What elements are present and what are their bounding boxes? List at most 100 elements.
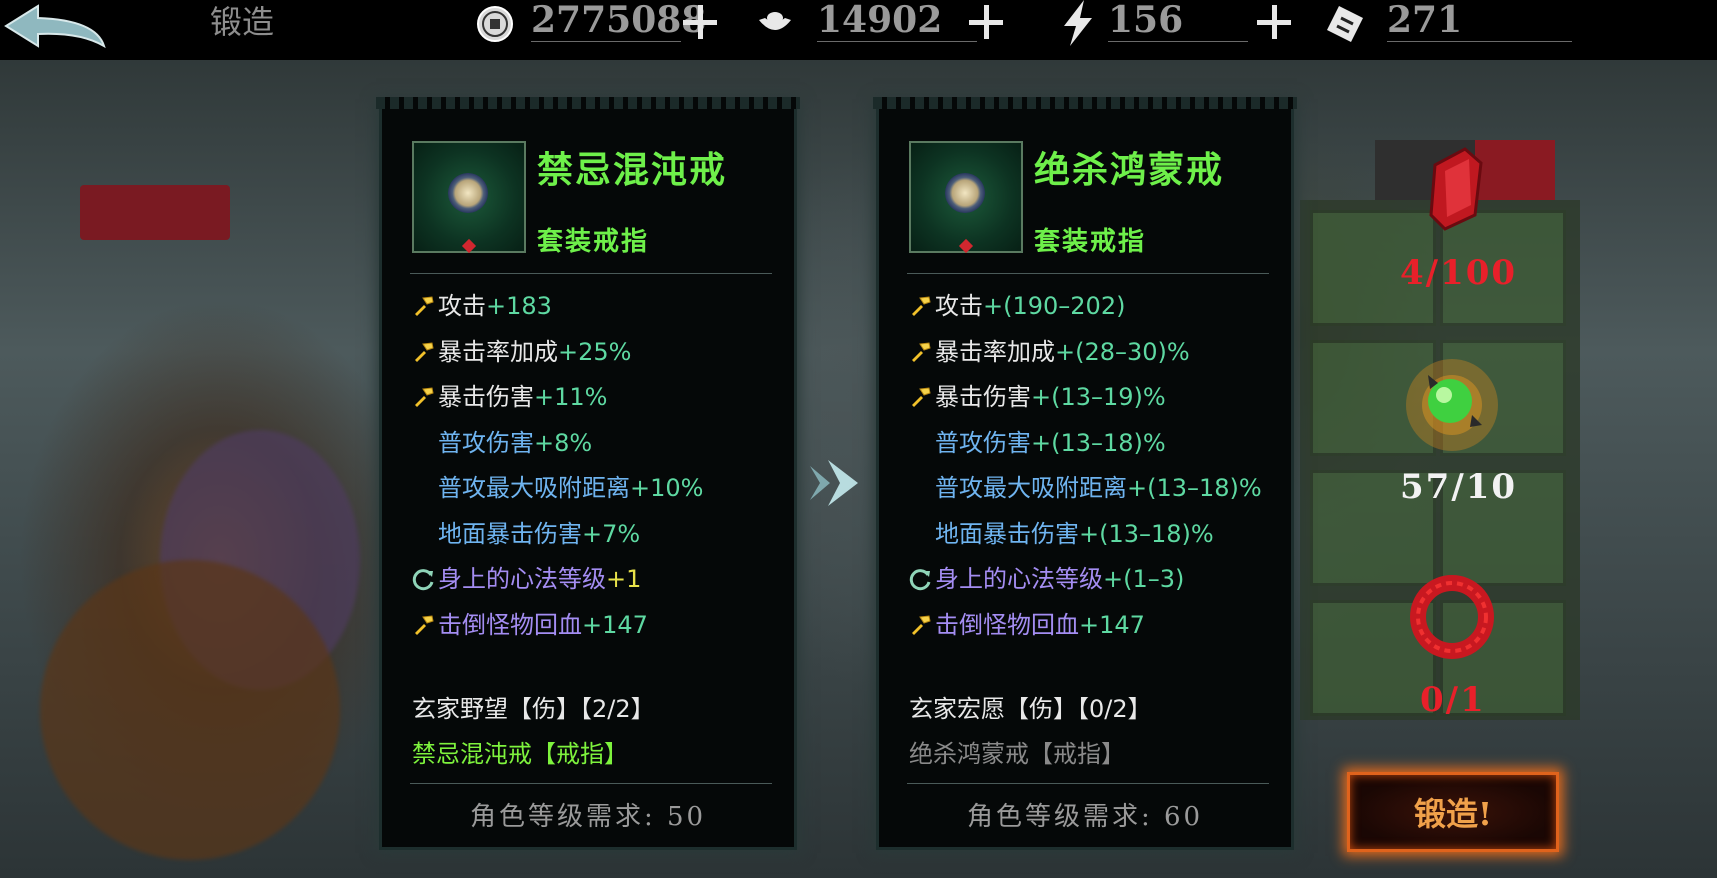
stat-label: 击倒怪物回血 [935,610,1079,639]
stat-label: 暴击率加成 [935,337,1055,366]
stat-value: +11% [534,383,608,411]
stat-value: +(13–19)% [1031,383,1166,411]
ring-icon [945,173,985,213]
set-name: 玄家野望【伤】【2/2】 [412,695,655,723]
red-ring-icon[interactable] [1405,575,1500,660]
stat-value: +147 [1079,610,1145,639]
target-item-thumbnail[interactable] [909,141,1023,254]
no-icon-spacer [909,431,933,455]
stat-row: 普攻伤害+(13–18)% [909,426,1166,460]
green-orb-icon[interactable] [1402,355,1502,455]
stat-value: +(1–3) [1103,565,1185,593]
target-item-name: 绝杀鸿蒙戒 [1034,149,1225,191]
hammer-icon [415,296,434,316]
coins-value: 2775088 [531,0,707,41]
stat-row: 击倒怪物回血+147 [412,608,648,642]
current-item-type: 套装戒指 [537,227,650,257]
hammer-icon [912,387,931,407]
upgrade-arrow-icon [810,460,858,506]
material-count-1: 4/100 [1400,253,1518,293]
resource-coins: 2775088 [475,0,715,44]
stat-row: 暴击率加成+(28–30)% [909,335,1190,369]
no-icon-spacer [412,431,436,455]
set-piece: 绝杀鸿蒙戒【戒指】 [909,740,1125,768]
stat-label: 普攻最大吸附距离 [438,474,630,502]
forge-button-label: 锻造! [1413,795,1493,833]
stat-label: 身上的心法等级 [935,565,1103,593]
resource-tickets: 271 [1325,0,1575,44]
stat-value: +1 [606,565,642,593]
stat-label: 地面暴击伤害 [438,519,582,548]
add-ingots-button[interactable] [969,5,1003,39]
refresh-icon [909,569,931,591]
tickets-value: 271 [1387,0,1463,41]
coin-icon [477,6,513,42]
set-piece: 禁忌混沌戒【戒指】 [412,740,628,768]
stat-row: 暴击率加成+25% [412,335,631,369]
resource-ingots: 14902 [755,0,985,44]
red-book-icon[interactable] [1425,145,1485,233]
stat-row: 身上的心法等级+1 [412,562,641,596]
hammer-icon [912,296,931,316]
stat-value: +10% [630,474,704,502]
forge-button[interactable]: 锻造! [1347,772,1559,852]
top-bar: 锻造 2775088 14902 156 271 [0,0,1717,60]
divider [410,783,772,784]
add-energy-button[interactable] [1257,5,1291,39]
no-icon-spacer [909,476,933,500]
stat-row: 攻击+(190–202) [909,289,1125,323]
no-icon-spacer [412,476,436,500]
stat-label: 普攻伤害 [935,428,1031,457]
stat-value: +(28–30)% [1055,337,1190,366]
stat-value: +25% [558,337,632,366]
level-requirement: 角色等级需求: 60 [966,802,1204,832]
current-item-card: 禁忌混沌戒 套装戒指 玄家野望【伤】【2/2】 禁忌混沌戒【戒指】 角色等级需求… [376,97,800,847]
target-item-type: 套装戒指 [1034,227,1147,257]
stat-label: 普攻最大吸附距离 [935,474,1127,502]
stat-row: 身上的心法等级+(1–3) [909,562,1184,596]
stat-row: 攻击+183 [412,289,552,323]
hammer-icon [912,341,931,362]
page-title: 锻造 [210,3,275,41]
back-button[interactable] [0,2,110,52]
add-coins-button[interactable] [683,5,717,39]
stat-value: +(13–18)% [1127,474,1262,502]
energy-value: 156 [1108,0,1184,41]
stat-row: 地面暴击伤害+(13–18)% [909,517,1214,551]
stat-row: 地面暴击伤害+7% [412,517,640,551]
material-count-2: 57/10 [1400,467,1518,507]
divider [410,273,772,274]
divider [907,273,1269,274]
set-name: 玄家宏愿【伤】【0/2】 [909,695,1152,723]
ring-icon [448,173,488,213]
rarity-gem-icon [461,238,477,254]
background-red-tab [1475,140,1555,200]
current-item-name: 禁忌混沌戒 [537,149,728,191]
stat-label: 身上的心法等级 [438,565,606,593]
current-item-thumbnail[interactable] [412,141,526,254]
hammer-icon [912,614,931,635]
no-icon-spacer [412,522,436,546]
stat-row: 普攻伤害+8% [412,426,592,460]
ingot-icon [759,12,791,30]
stat-label: 攻击 [438,292,486,320]
hammer-icon [415,341,434,362]
level-requirement: 角色等级需求: 50 [469,802,707,832]
stat-row: 击倒怪物回血+147 [909,608,1145,642]
stat-value: +183 [486,292,552,320]
resource-energy: 156 [1060,0,1280,46]
rarity-gem-icon [958,238,974,254]
ticket-icon [1327,6,1363,42]
refresh-icon [412,569,434,591]
stat-label: 暴击率加成 [438,337,558,366]
stat-label: 地面暴击伤害 [935,519,1079,548]
stat-value: +147 [582,610,648,639]
stat-label: 普攻伤害 [438,428,534,457]
stat-label: 击倒怪物回血 [438,610,582,639]
stat-value: +(190–202) [983,292,1126,320]
no-icon-spacer [909,522,933,546]
divider [907,783,1269,784]
target-item-card: 绝杀鸿蒙戒 套装戒指 玄家宏愿【伤】【0/2】 绝杀鸿蒙戒【戒指】 角色等级需求… [873,97,1297,847]
ingots-value: 14902 [817,0,943,41]
hammer-icon [415,614,434,635]
